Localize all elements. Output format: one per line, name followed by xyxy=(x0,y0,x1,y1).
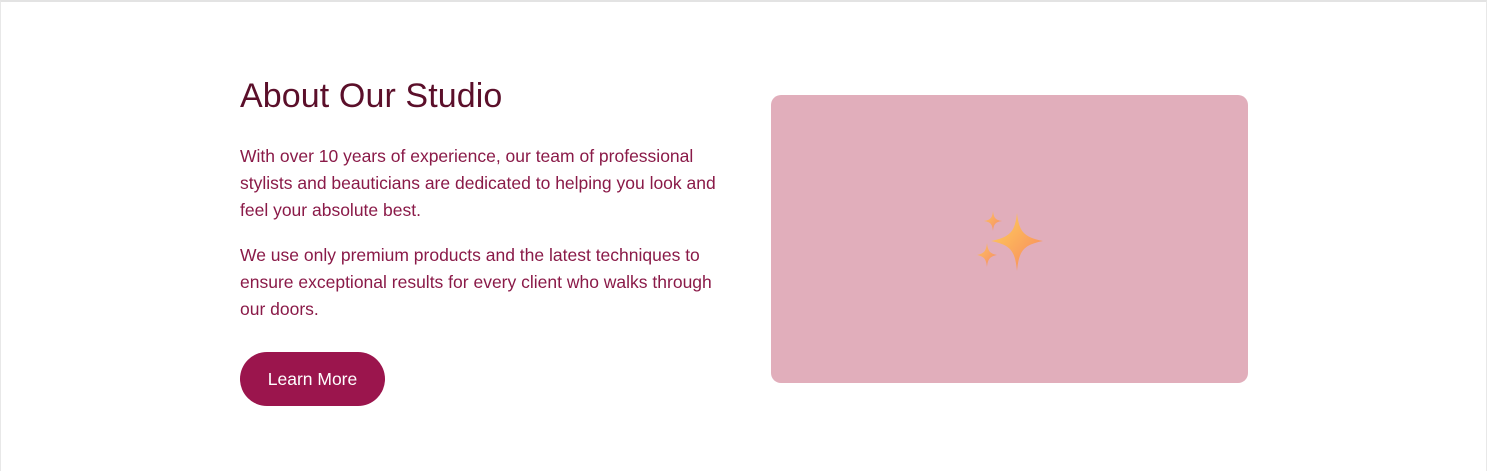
studio-image-placeholder xyxy=(771,95,1248,383)
about-text-column: About Our Studio With over 10 years of e… xyxy=(240,76,730,406)
sparkles-icon xyxy=(977,211,1043,271)
about-paragraph-experience: With over 10 years of experience, our te… xyxy=(240,146,716,220)
about-paragraph-products: We use only premium products and the lat… xyxy=(240,245,712,319)
section-title: About Our Studio xyxy=(240,77,503,115)
about-section: About Our Studio With over 10 years of e… xyxy=(240,0,1248,473)
learn-more-button[interactable]: Learn More xyxy=(240,352,385,406)
